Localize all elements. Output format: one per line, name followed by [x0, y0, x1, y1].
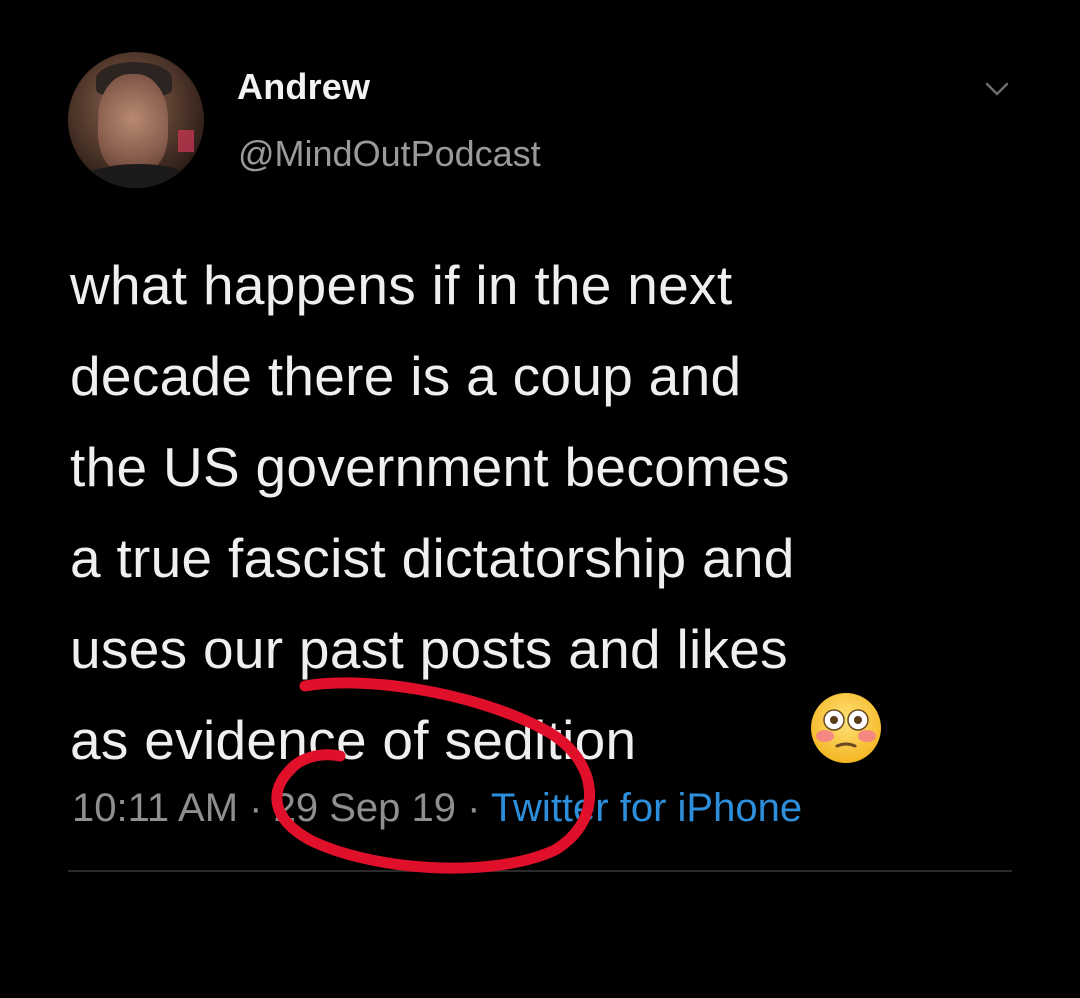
tweet-date[interactable]: 29 Sep 19: [274, 786, 456, 830]
chevron-down-icon[interactable]: [984, 78, 1010, 100]
avatar[interactable]: [68, 52, 204, 188]
tweet-source-link[interactable]: Twitter for iPhone: [491, 786, 802, 830]
flushed-face-emoji-icon: [811, 693, 881, 763]
display-name[interactable]: Andrew: [237, 66, 370, 108]
tweet-time: 10:11 AM: [72, 786, 239, 830]
divider: [68, 870, 1012, 872]
avatar-shirt: [78, 164, 198, 188]
meta-separator: ·: [455, 786, 491, 830]
user-handle[interactable]: @MindOutPodcast: [238, 133, 541, 175]
meta-separator: ·: [238, 786, 274, 830]
tweet-card: Andrew @MindOutPodcast what happens if i…: [0, 0, 1080, 998]
tweet-text: what happens if in the next decade there…: [70, 254, 795, 771]
avatar-face: [98, 74, 168, 174]
tweet-metadata: 10:11 AM · 29 Sep 19 · Twitter for iPhon…: [72, 786, 802, 831]
avatar-background-detail: [178, 130, 194, 152]
